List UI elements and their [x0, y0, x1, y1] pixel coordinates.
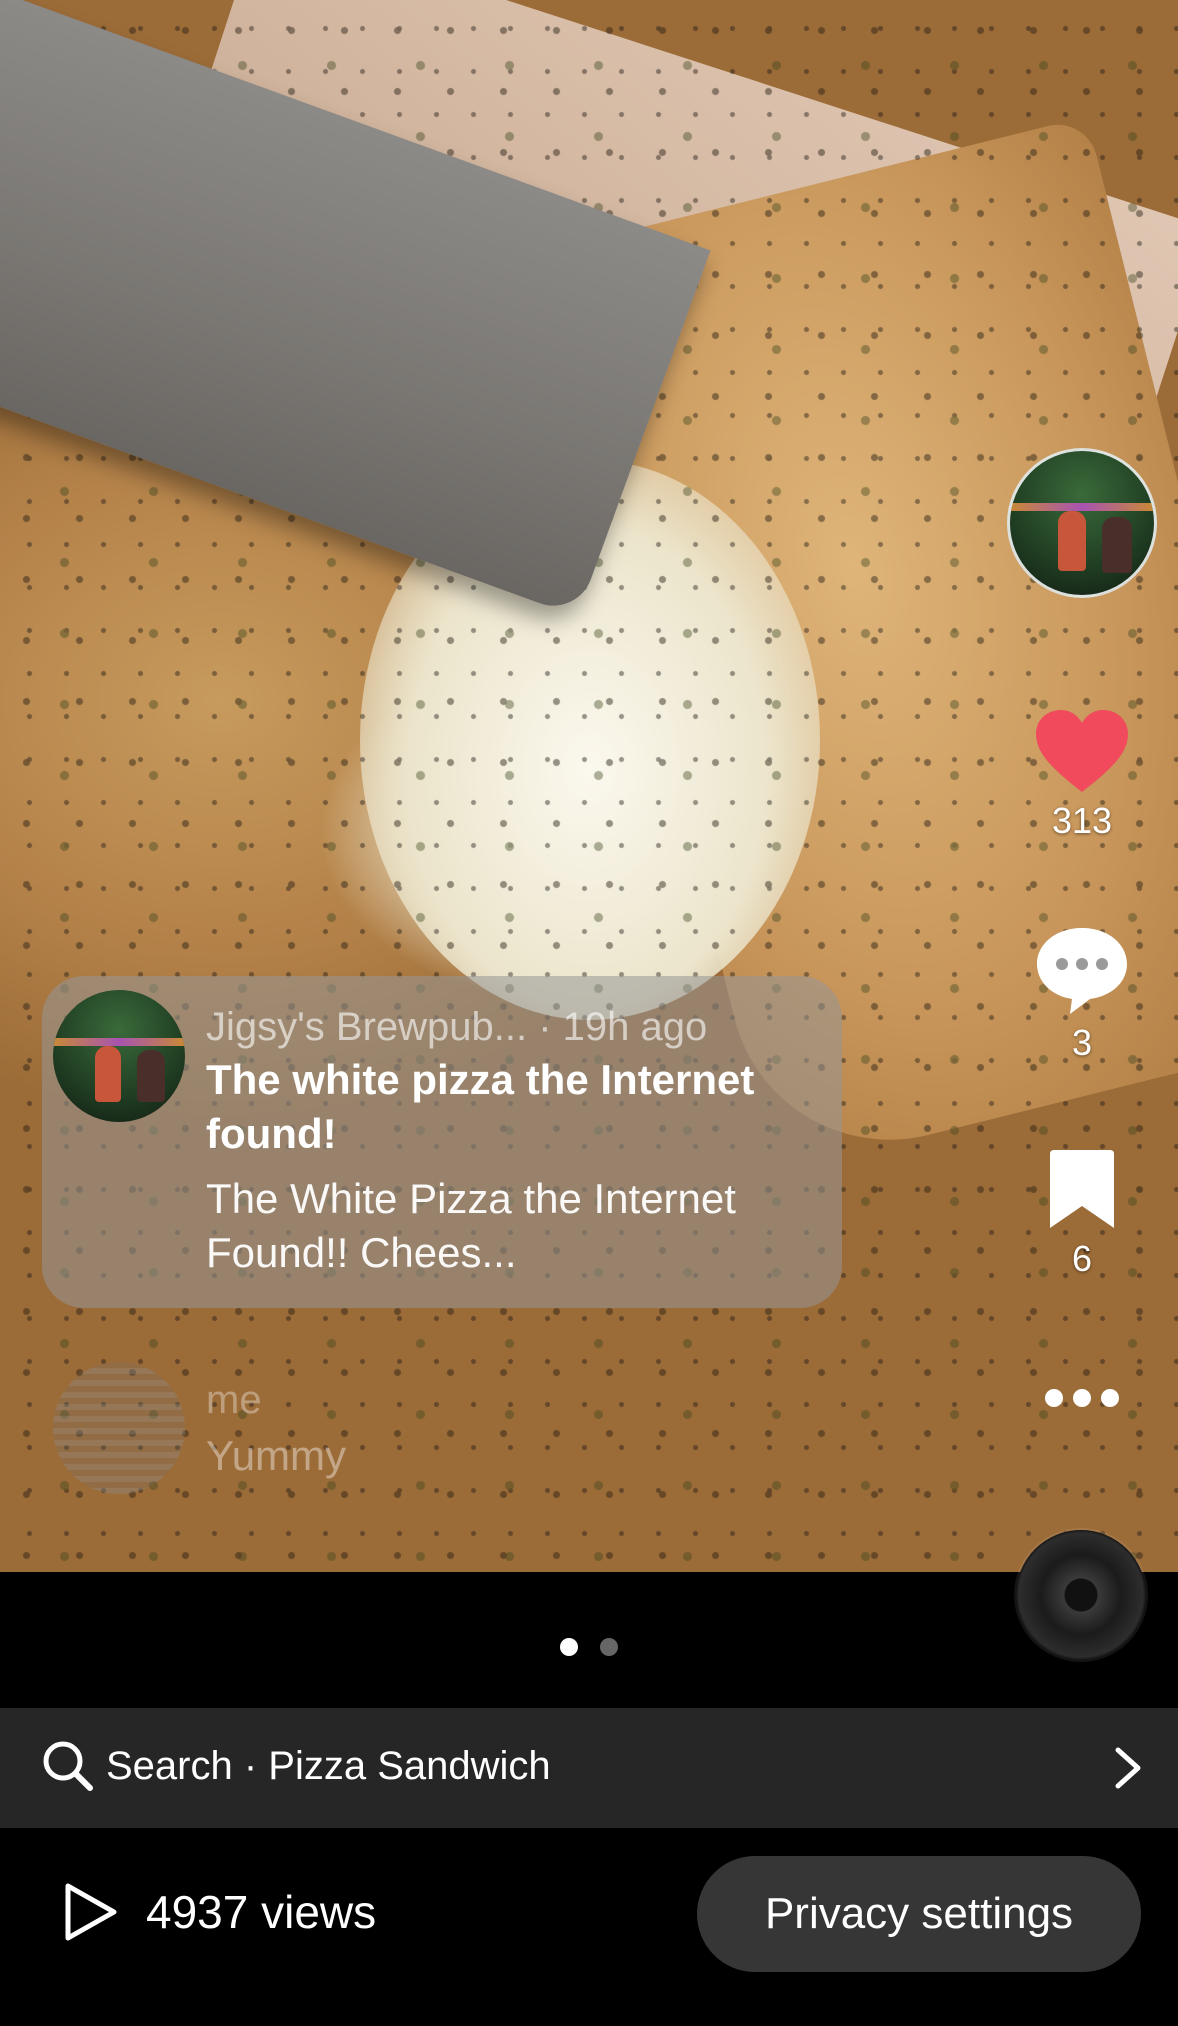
music-disc-icon[interactable] — [1016, 1530, 1146, 1660]
save-count: 6 — [1071, 1238, 1093, 1279]
faded-item-text: Yummy — [206, 1432, 347, 1479]
post-author-avatar[interactable] — [53, 990, 185, 1122]
heart-icon — [1036, 710, 1128, 792]
avatar-figure — [1102, 517, 1132, 573]
carousel-pagination — [560, 1638, 618, 1656]
post-meta: Jigsy's Brewpub... · 19h ago — [206, 1005, 707, 1050]
faded-item-name: me — [206, 1378, 262, 1422]
avatar-figure — [137, 1050, 165, 1102]
like-button[interactable]: 313 — [1022, 708, 1142, 842]
more-options-button[interactable] — [1022, 1386, 1142, 1410]
search-label: Search · Pizza Sandwich — [106, 1744, 551, 1788]
post-description[interactable]: The White Pizza the Internet Found!! Che… — [206, 1172, 806, 1280]
search-icon — [43, 1741, 93, 1791]
avatar-lights — [53, 1038, 185, 1046]
post-time: · 19h ago — [538, 1005, 708, 1049]
chevron-right-icon — [1115, 1747, 1141, 1789]
page-dot-active[interactable] — [560, 1638, 578, 1656]
comment-button[interactable]: 3 — [1022, 924, 1142, 1064]
avatar-figure — [1058, 511, 1086, 571]
page-dot[interactable] — [600, 1638, 618, 1656]
play-icon — [65, 1883, 117, 1941]
privacy-settings-button[interactable]: Privacy settings — [697, 1856, 1141, 1972]
comment-icon — [1037, 928, 1127, 1014]
comment-count: 3 — [1071, 1022, 1093, 1063]
save-button[interactable]: 6 — [1022, 1148, 1142, 1280]
views-stat[interactable]: 4937 views — [60, 1880, 376, 1944]
avatar-lights — [1010, 503, 1154, 511]
avatar-figure — [95, 1046, 121, 1102]
post-author[interactable]: Jigsy's Brewpub... — [206, 1005, 527, 1049]
bookmark-icon — [1050, 1150, 1114, 1228]
like-count: 313 — [1051, 800, 1113, 841]
related-search-bar[interactable]: Search · Pizza Sandwich — [0, 1708, 1178, 1828]
post-title: The white pizza the Internet found! — [206, 1056, 755, 1157]
views-count: 4937 views — [146, 1886, 377, 1938]
post-photo[interactable] — [0, 0, 1178, 1572]
faded-avatar — [53, 1362, 185, 1494]
ellipsis-icon — [1045, 1389, 1119, 1407]
creator-avatar[interactable] — [1007, 448, 1157, 598]
